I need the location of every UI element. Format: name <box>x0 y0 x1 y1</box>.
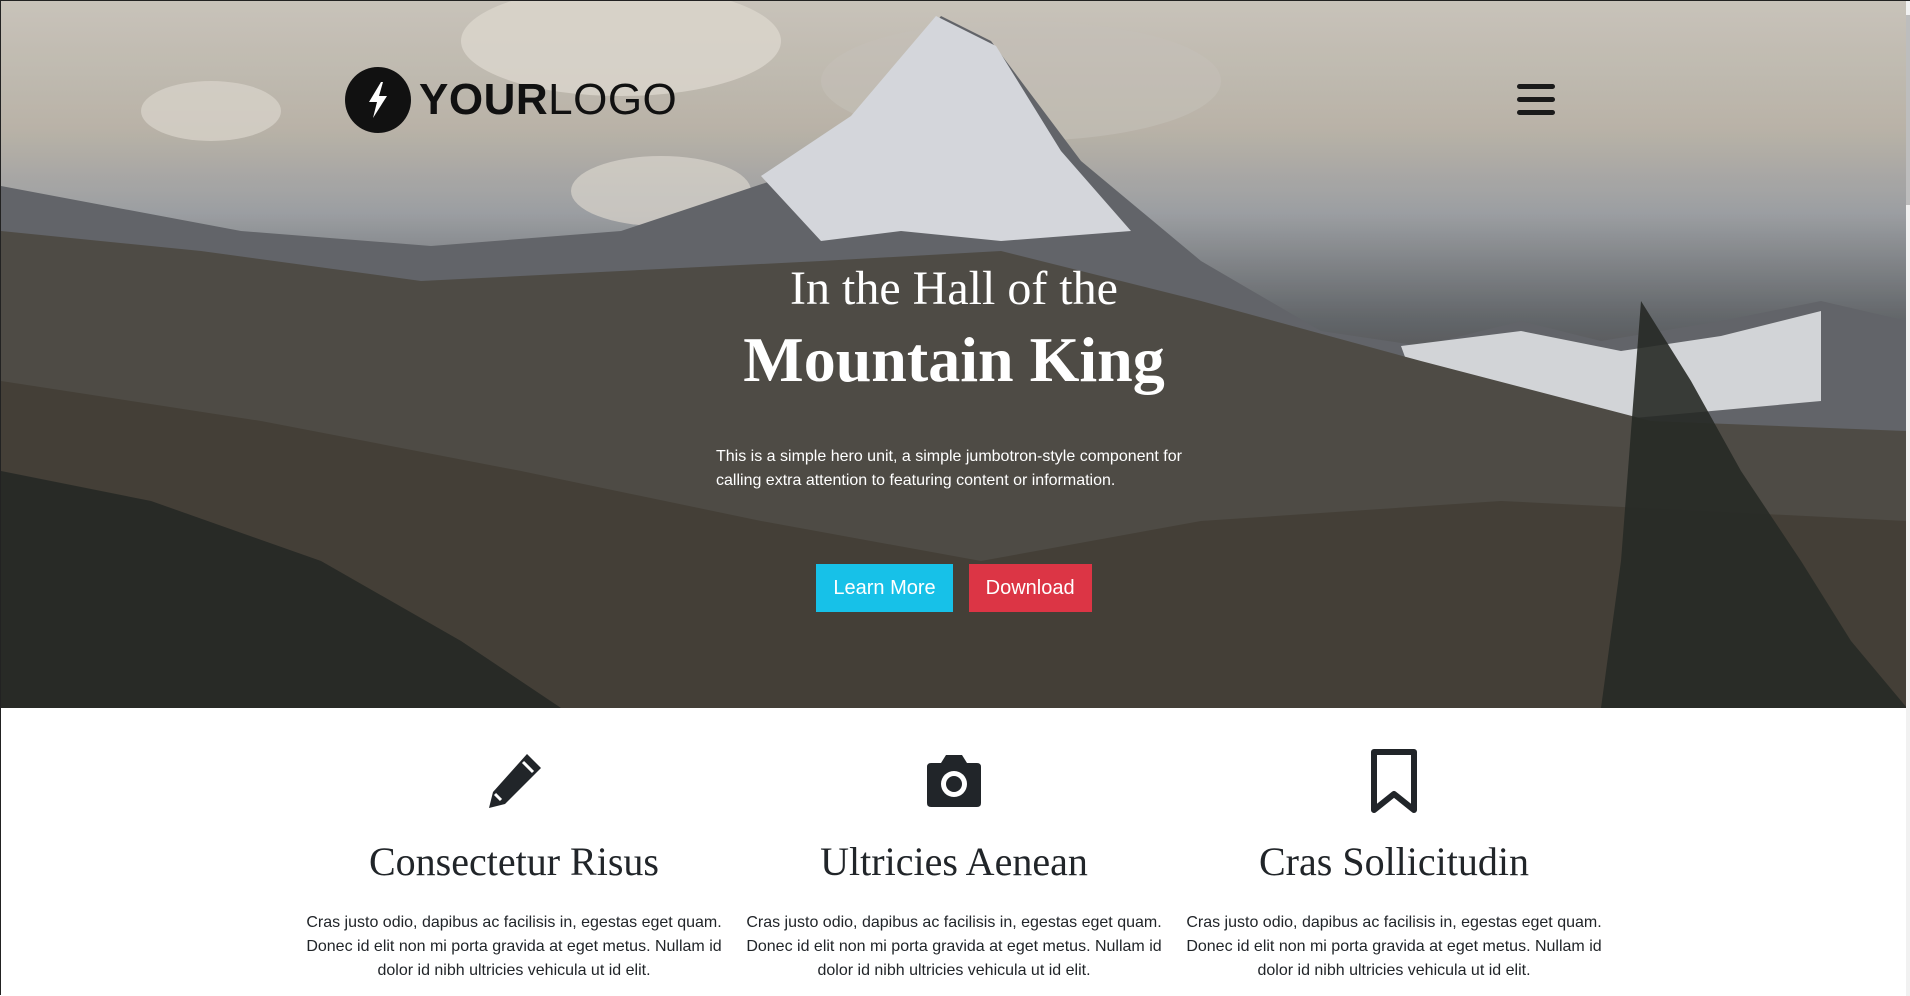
feature-card: Cras Sollicitudin Cras justo odio, dapib… <box>1186 708 1602 983</box>
feature-title: Cras Sollicitudin <box>1259 839 1529 884</box>
hero-section: YOURLOGO In the Hall of the Mountain Kin… <box>1 1 1907 708</box>
bookmark-icon <box>1186 746 1602 816</box>
logo-text: YOURLOGO <box>419 78 677 122</box>
hero-buttons: Learn More Download <box>1 564 1907 612</box>
camera-icon <box>746 746 1162 816</box>
lightning-bolt-icon <box>345 67 411 133</box>
feature-title: Ultricies Aenean <box>820 839 1088 884</box>
feature-card: Consectetur Risus Cras justo odio, dapib… <box>306 708 722 983</box>
hero-title-line1: In the Hall of the <box>790 262 1118 315</box>
feature-text: Cras justo odio, dapibus ac facilisis in… <box>746 914 1162 979</box>
logo-text-bold: YOUR <box>419 75 549 124</box>
pencil-icon <box>306 746 722 816</box>
feature-text: Cras justo odio, dapibus ac facilisis in… <box>306 914 722 979</box>
features-section: Consectetur Risus Cras justo odio, dapib… <box>1 708 1907 983</box>
scrollbar-thumb[interactable] <box>1906 15 1910 205</box>
page-scrollbar[interactable] <box>1906 1 1910 996</box>
download-button[interactable]: Download <box>968 564 1092 612</box>
learn-more-button[interactable]: Learn More <box>816 564 953 612</box>
hero-description: This is a simple hero unit, a simple jum… <box>716 448 1182 489</box>
hamburger-menu-icon[interactable] <box>1517 84 1555 118</box>
hero-title-line2: Mountain King <box>743 324 1165 395</box>
logo-text-light: LOGO <box>548 75 678 124</box>
feature-text: Cras justo odio, dapibus ac facilisis in… <box>1186 914 1602 979</box>
site-logo[interactable]: YOURLOGO <box>345 67 677 133</box>
feature-card: Ultricies Aenean Cras justo odio, dapibu… <box>746 708 1162 983</box>
feature-title: Consectetur Risus <box>369 839 659 884</box>
